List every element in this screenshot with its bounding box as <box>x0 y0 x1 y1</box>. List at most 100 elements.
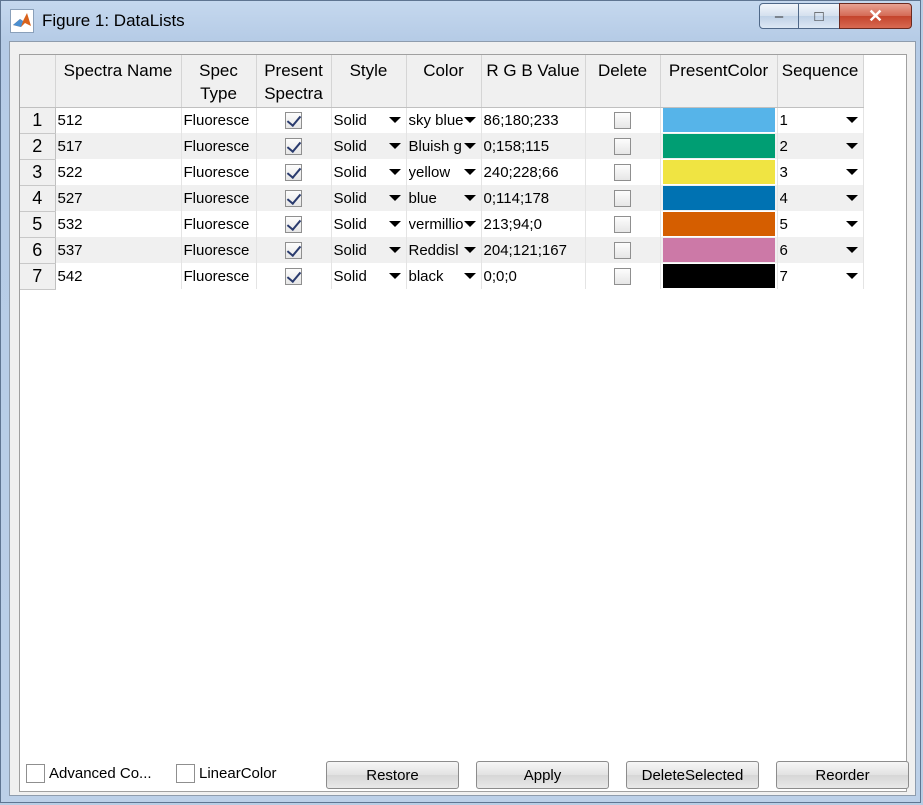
col-header-present-spectra[interactable]: Present Spectra <box>256 55 332 108</box>
sequence-cell[interactable]: 5 <box>777 211 864 237</box>
present-color-cell[interactable] <box>660 133 778 159</box>
delete-cell[interactable] <box>585 263 661 289</box>
present-spectra-cell[interactable] <box>256 107 332 133</box>
row-number[interactable]: 7 <box>20 263 56 290</box>
col-header-spectra-name[interactable]: Spectra Name <box>55 55 182 108</box>
present-color-cell[interactable] <box>660 237 778 263</box>
row-number[interactable]: 5 <box>20 211 56 238</box>
col-header-color[interactable]: Color <box>406 55 482 108</box>
present-spectra-cell[interactable] <box>256 185 332 211</box>
spec-type-cell[interactable]: Fluoresce <box>181 107 257 133</box>
dropdown-arrow-icon[interactable] <box>463 195 476 201</box>
dropdown-arrow-icon[interactable] <box>845 273 858 279</box>
present-checkbox[interactable] <box>285 137 302 155</box>
dropdown-arrow-icon[interactable] <box>388 169 401 175</box>
dropdown-arrow-icon[interactable] <box>463 247 476 253</box>
present-checkbox[interactable] <box>285 189 302 207</box>
delete-checkbox[interactable] <box>614 111 632 129</box>
dropdown-arrow-icon[interactable] <box>388 247 401 253</box>
table-row[interactable]: 2 517 Fluoresce Solid Bluish g 0;158;115 2 <box>20 133 864 160</box>
apply-button[interactable]: Apply <box>476 761 609 789</box>
close-button[interactable]: ✕ <box>839 3 912 29</box>
delete-cell[interactable] <box>585 159 661 185</box>
delete-checkbox[interactable] <box>614 163 632 181</box>
table-row[interactable]: 7 542 Fluoresce Solid black 0;0;0 7 <box>20 263 864 290</box>
present-spectra-cell[interactable] <box>256 263 332 289</box>
table-row[interactable]: 1 512 Fluoresce Solid sky blue 86;180;233 1 <box>20 107 864 134</box>
spectra-name-cell[interactable]: 527 <box>55 185 182 211</box>
delete-checkbox[interactable] <box>614 241 632 259</box>
dropdown-arrow-icon[interactable] <box>388 143 401 149</box>
present-checkbox[interactable] <box>285 215 302 233</box>
delete-selected-button[interactable]: DeleteSelected <box>626 761 759 789</box>
present-spectra-cell[interactable] <box>256 237 332 263</box>
advanced-checkbox-group[interactable]: Advanced Co... <box>26 764 152 783</box>
rgb-value-cell[interactable]: 204;121;167 <box>481 237 586 263</box>
present-spectra-cell[interactable] <box>256 159 332 185</box>
sequence-cell[interactable]: 4 <box>777 185 864 211</box>
spec-type-cell[interactable]: Fluoresce <box>181 159 257 185</box>
dropdown-arrow-icon[interactable] <box>388 195 401 201</box>
style-cell[interactable]: Solid <box>331 263 407 289</box>
present-color-cell[interactable] <box>660 263 778 289</box>
spectra-name-cell[interactable]: 517 <box>55 133 182 159</box>
table-row[interactable]: 4 527 Fluoresce Solid blue 0;114;178 4 <box>20 185 864 212</box>
col-header-delete[interactable]: Delete <box>585 55 661 108</box>
style-cell[interactable]: Solid <box>331 159 407 185</box>
present-color-cell[interactable] <box>660 211 778 237</box>
col-header-style[interactable]: Style <box>331 55 407 108</box>
color-cell[interactable]: Bluish g <box>406 133 482 159</box>
col-header-rgb-value[interactable]: R G B Value <box>481 55 586 108</box>
reorder-button[interactable]: Reorder <box>776 761 909 789</box>
col-header-sequence[interactable]: Sequence <box>777 55 864 108</box>
minimize-button[interactable]: – <box>759 3 799 29</box>
delete-checkbox[interactable] <box>614 215 632 233</box>
present-spectra-cell[interactable] <box>256 133 332 159</box>
spectra-name-cell[interactable]: 532 <box>55 211 182 237</box>
delete-checkbox[interactable] <box>614 137 632 155</box>
rgb-value-cell[interactable]: 213;94;0 <box>481 211 586 237</box>
row-number[interactable]: 3 <box>20 159 56 186</box>
dropdown-arrow-icon[interactable] <box>463 169 476 175</box>
sequence-cell[interactable]: 6 <box>777 237 864 263</box>
rgb-value-cell[interactable]: 0;0;0 <box>481 263 586 289</box>
rgb-value-cell[interactable]: 0;114;178 <box>481 185 586 211</box>
dropdown-arrow-icon[interactable] <box>388 221 401 227</box>
spec-type-cell[interactable]: Fluoresce <box>181 263 257 289</box>
spec-type-cell[interactable]: Fluoresce <box>181 211 257 237</box>
data-table[interactable]: Spectra Name Spec Type Present Spectra S… <box>19 54 907 792</box>
present-checkbox[interactable] <box>285 163 302 181</box>
spec-type-cell[interactable]: Fluoresce <box>181 237 257 263</box>
dropdown-arrow-icon[interactable] <box>388 273 401 279</box>
color-cell[interactable]: black <box>406 263 482 289</box>
delete-cell[interactable] <box>585 133 661 159</box>
spectra-name-cell[interactable]: 512 <box>55 107 182 133</box>
style-cell[interactable]: Solid <box>331 133 407 159</box>
sequence-cell[interactable]: 1 <box>777 107 864 133</box>
linear-color-checkbox[interactable] <box>176 764 195 783</box>
style-cell[interactable]: Solid <box>331 211 407 237</box>
dropdown-arrow-icon[interactable] <box>463 273 476 279</box>
maximize-button[interactable]: □ <box>798 3 840 29</box>
spectra-name-cell[interactable]: 542 <box>55 263 182 289</box>
sequence-cell[interactable]: 2 <box>777 133 864 159</box>
dropdown-arrow-icon[interactable] <box>845 143 858 149</box>
table-row[interactable]: 3 522 Fluoresce Solid yellow 240;228;66 3 <box>20 159 864 186</box>
dropdown-arrow-icon[interactable] <box>845 247 858 253</box>
style-cell[interactable]: Solid <box>331 237 407 263</box>
present-spectra-cell[interactable] <box>256 211 332 237</box>
present-checkbox[interactable] <box>285 111 302 129</box>
col-header-present-color[interactable]: PresentColor <box>660 55 778 108</box>
present-checkbox[interactable] <box>285 267 302 285</box>
sequence-cell[interactable]: 3 <box>777 159 864 185</box>
row-number[interactable]: 2 <box>20 133 56 160</box>
dropdown-arrow-icon[interactable] <box>463 221 476 227</box>
table-row[interactable]: 6 537 Fluoresce Solid Reddisl 204;121;167 6 <box>20 237 864 264</box>
rgb-value-cell[interactable]: 240;228;66 <box>481 159 586 185</box>
row-number[interactable]: 1 <box>20 107 56 134</box>
present-color-cell[interactable] <box>660 107 778 133</box>
advanced-checkbox[interactable] <box>26 764 45 783</box>
dropdown-arrow-icon[interactable] <box>463 117 476 124</box>
col-header-spec-type[interactable]: Spec Type <box>181 55 257 108</box>
spectra-name-cell[interactable]: 537 <box>55 237 182 263</box>
